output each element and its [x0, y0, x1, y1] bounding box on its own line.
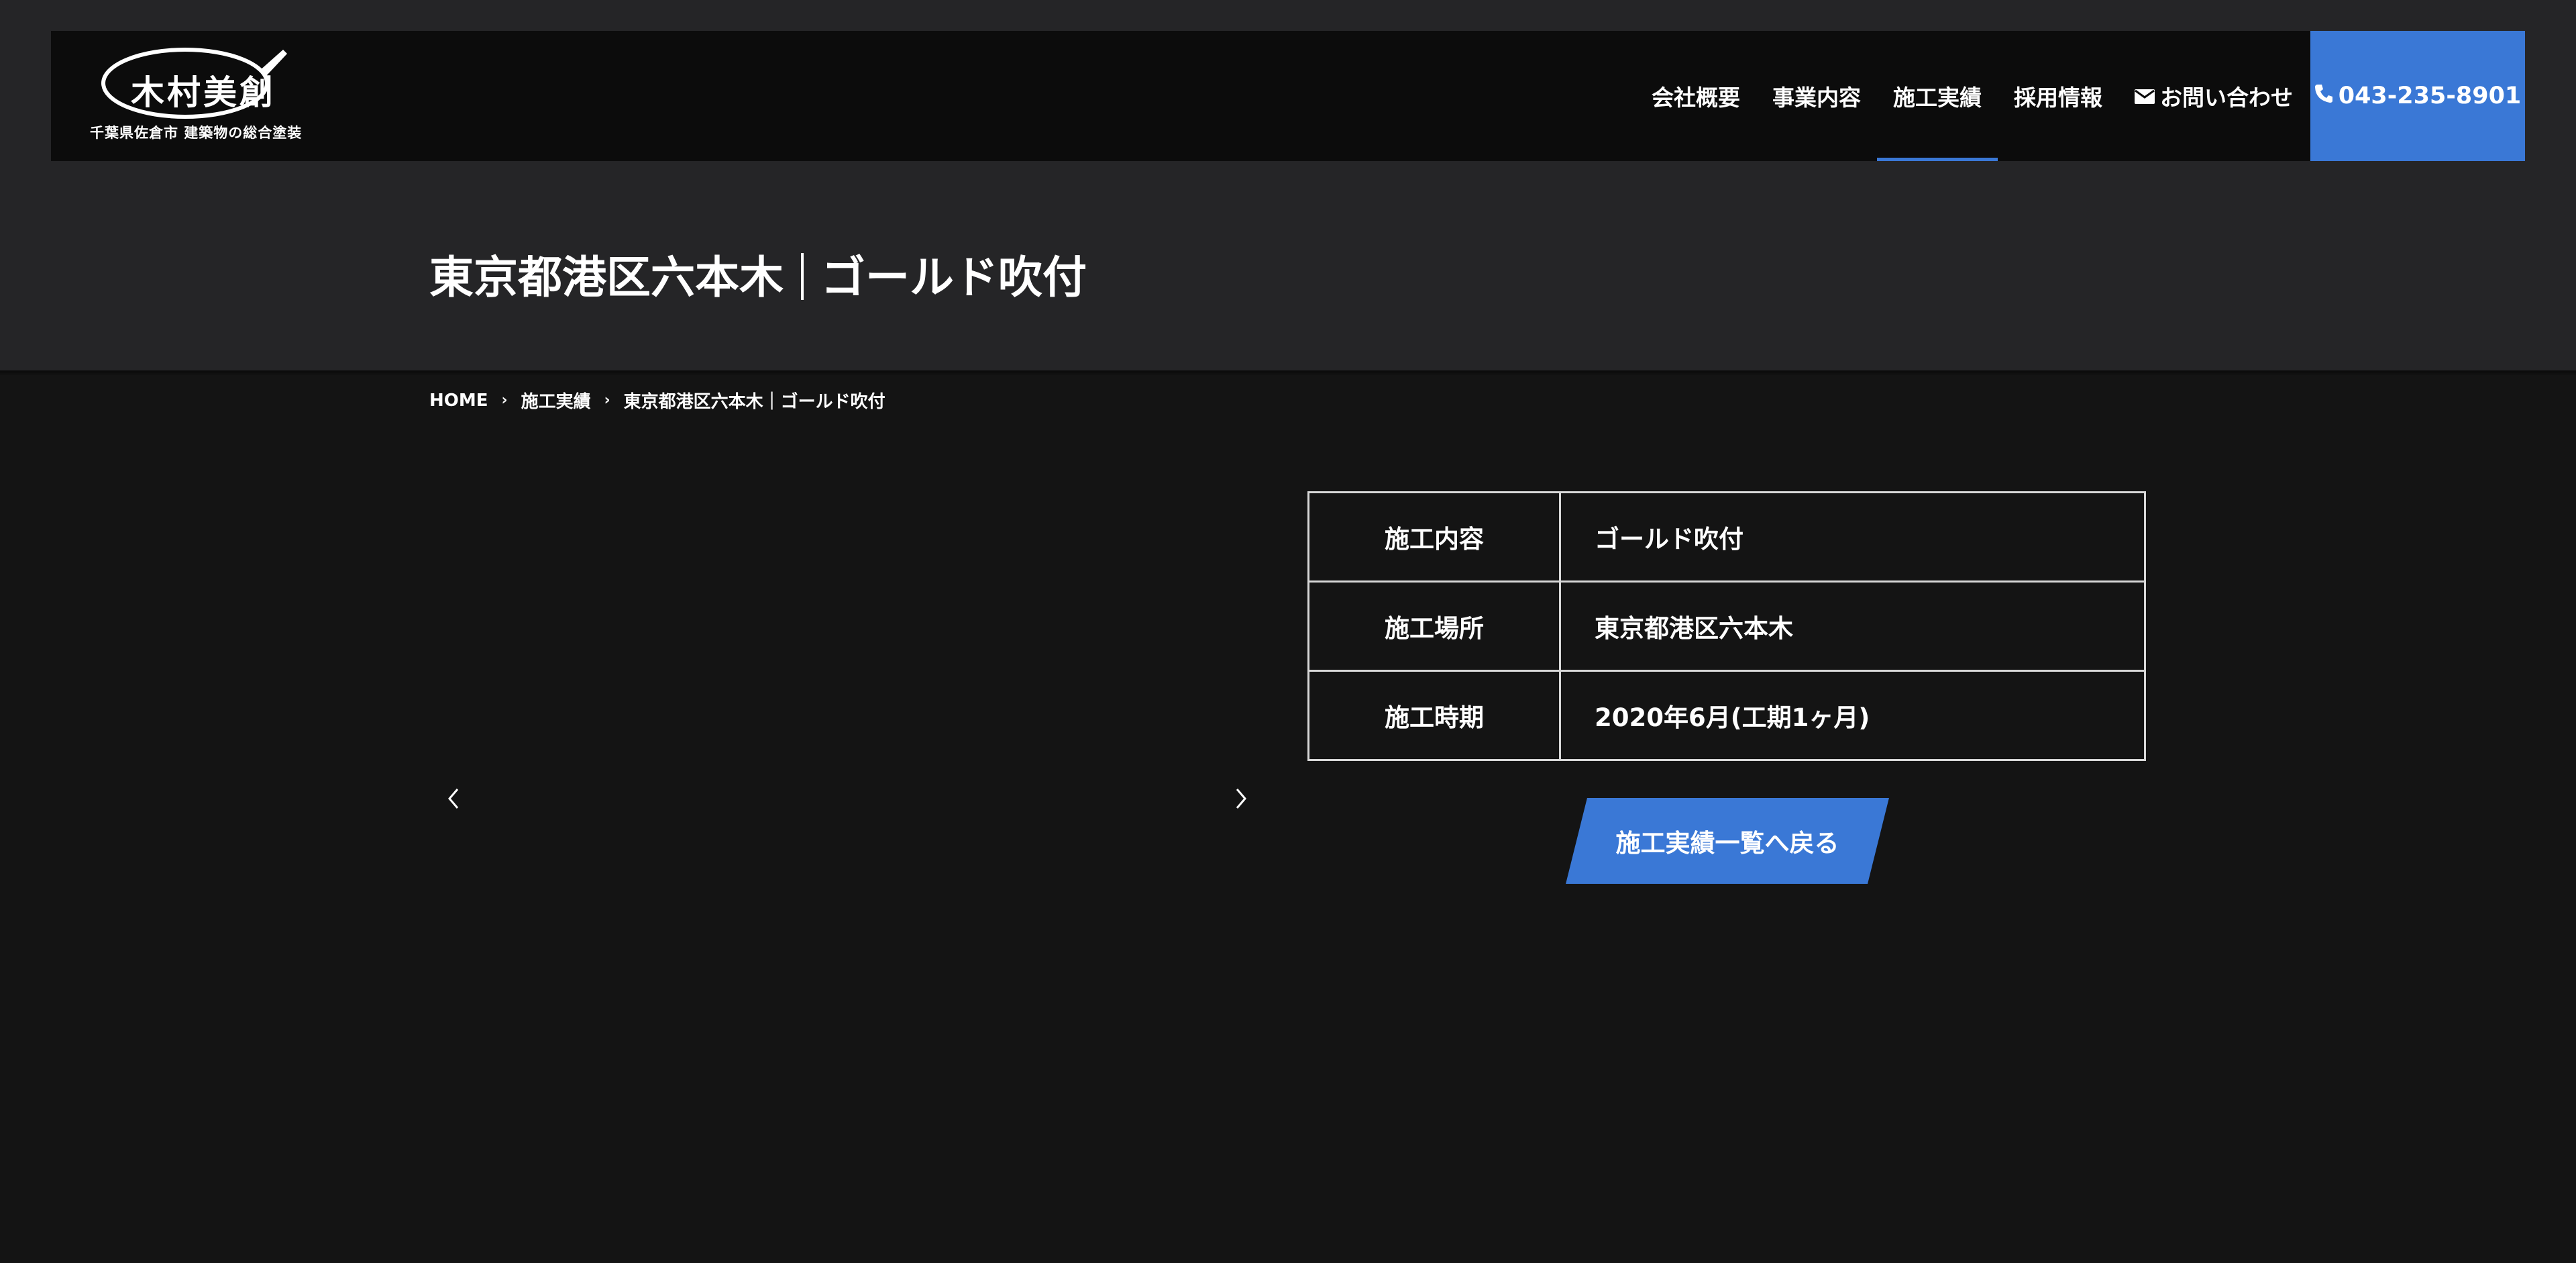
chevron-right-icon	[1236, 789, 1246, 809]
nav-label: 会社概要	[1652, 85, 1740, 111]
nav-label: 施工実績	[1893, 85, 1982, 111]
page-title-work: ゴールド吹付	[821, 252, 1087, 303]
nav-label: 事業内容	[1772, 85, 1861, 111]
nav-item-company[interactable]: 会社概要	[1635, 31, 1756, 161]
table-row: 施工時期 2020年6月(工期1ヶ月)	[1307, 670, 2146, 761]
detail-value: 2020年6月(工期1ヶ月)	[1559, 670, 2146, 761]
main-nav: 会社概要 事業内容 施工実績 採用情報 お問い合わせ 043-235-8901	[1635, 31, 2525, 161]
table-row: 施工場所 東京都港区六本木	[1307, 580, 2146, 672]
slider-prev-button[interactable]	[440, 778, 467, 819]
detail-key: 施工内容	[1307, 491, 1561, 583]
detail-value: ゴールド吹付	[1559, 491, 2146, 583]
nav-item-recruit[interactable]: 採用情報	[1998, 31, 2118, 161]
phone-number: 043-235-8901	[2338, 83, 2522, 109]
nav-label: 採用情報	[2014, 85, 2102, 111]
envelope-icon	[2135, 83, 2155, 109]
breadcrumb-current: 東京都港区六本木｜ゴールド吹付	[623, 392, 885, 412]
breadcrumb-home[interactable]: HOME	[429, 391, 488, 411]
chevron-left-icon	[448, 789, 459, 809]
nav-label: お問い合わせ	[2160, 85, 2293, 111]
back-to-works-button[interactable]: 施工実績一覧へ戻る	[1576, 798, 1878, 884]
chevron-right-icon: ›	[604, 392, 610, 409]
breadcrumb-section[interactable]: 施工実績	[521, 388, 591, 413]
detail-value: 東京都港区六本木	[1559, 580, 2146, 672]
site-header: 木村美創 千葉県佐倉市 建築物の総合塗装 会社概要 事業内容 施工実績 採用情報…	[51, 31, 2525, 161]
logo-tagline: 千葉県佐倉市 建築物の総合塗装	[90, 124, 303, 141]
phone-button[interactable]: 043-235-8901	[2310, 31, 2525, 161]
nav-item-contact[interactable]: お問い合わせ	[2118, 31, 2309, 161]
title-separator	[801, 252, 804, 300]
logo-text: 木村美創	[131, 72, 276, 112]
back-button-label: 施工実績一覧へ戻る	[1615, 829, 1839, 858]
image-slider	[429, 497, 1254, 1114]
table-row: 施工内容 ゴールド吹付	[1307, 491, 2146, 583]
page-title-location: 東京都港区六本木	[429, 252, 784, 303]
nav-item-works[interactable]: 施工実績	[1877, 31, 1998, 161]
nav-item-services[interactable]: 事業内容	[1756, 31, 1877, 161]
page-title: 東京都港区六本木 ゴールド吹付	[429, 242, 1087, 306]
work-details-table: 施工内容 ゴールド吹付 施工場所 東京都港区六本木 施工時期 2020年6月(工…	[1307, 491, 2146, 761]
band-shadow	[0, 370, 2576, 376]
phone-icon	[2314, 83, 2333, 109]
detail-key: 施工場所	[1307, 580, 1561, 672]
chevron-right-icon: ›	[501, 392, 508, 409]
detail-key: 施工時期	[1307, 670, 1561, 761]
breadcrumb: HOME › 施工実績 › 東京都港区六本木｜ゴールド吹付	[429, 388, 885, 413]
slider-next-button[interactable]	[1228, 778, 1254, 819]
